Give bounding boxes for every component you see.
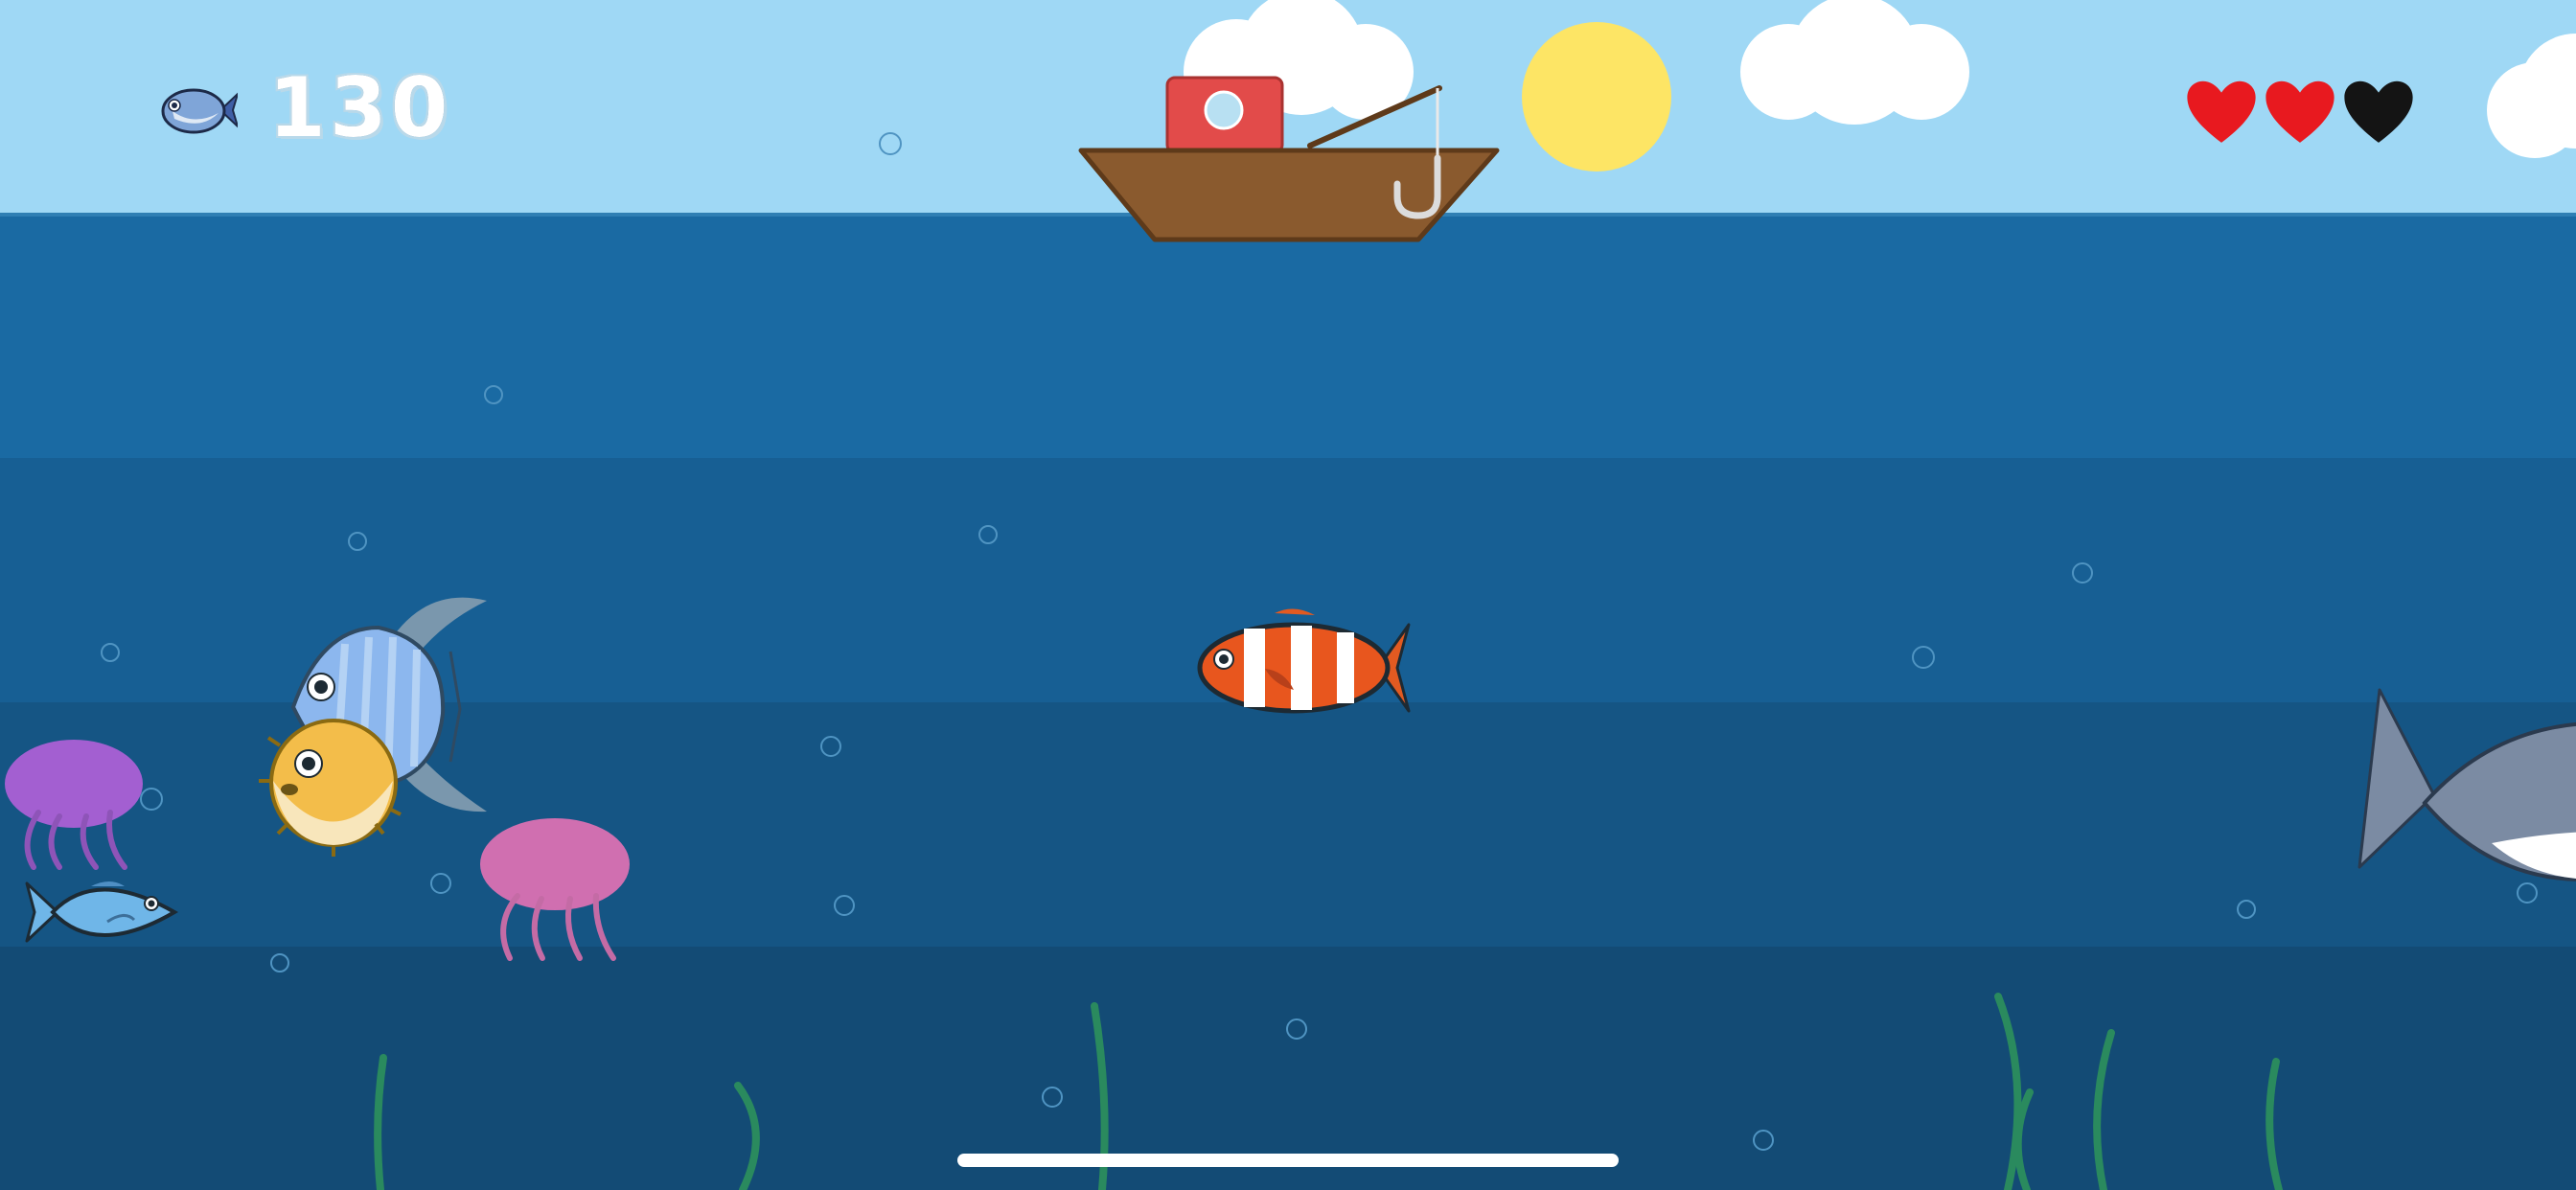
fish-icon: [161, 88, 238, 134]
score-value: 130: [268, 60, 452, 156]
home-indicator[interactable]: [957, 1154, 1619, 1167]
heart-icon: [2266, 80, 2334, 143]
cabin-window: [1204, 90, 1244, 130]
score-display: 130: [155, 67, 452, 149]
heart-icon: [2344, 80, 2413, 143]
water-band-1: [0, 214, 2576, 459]
sun-icon: [1522, 22, 1671, 172]
lives-display: [2185, 77, 2415, 149]
heart-icon: [2187, 80, 2256, 143]
game-scene[interactable]: [0, 0, 2576, 1190]
